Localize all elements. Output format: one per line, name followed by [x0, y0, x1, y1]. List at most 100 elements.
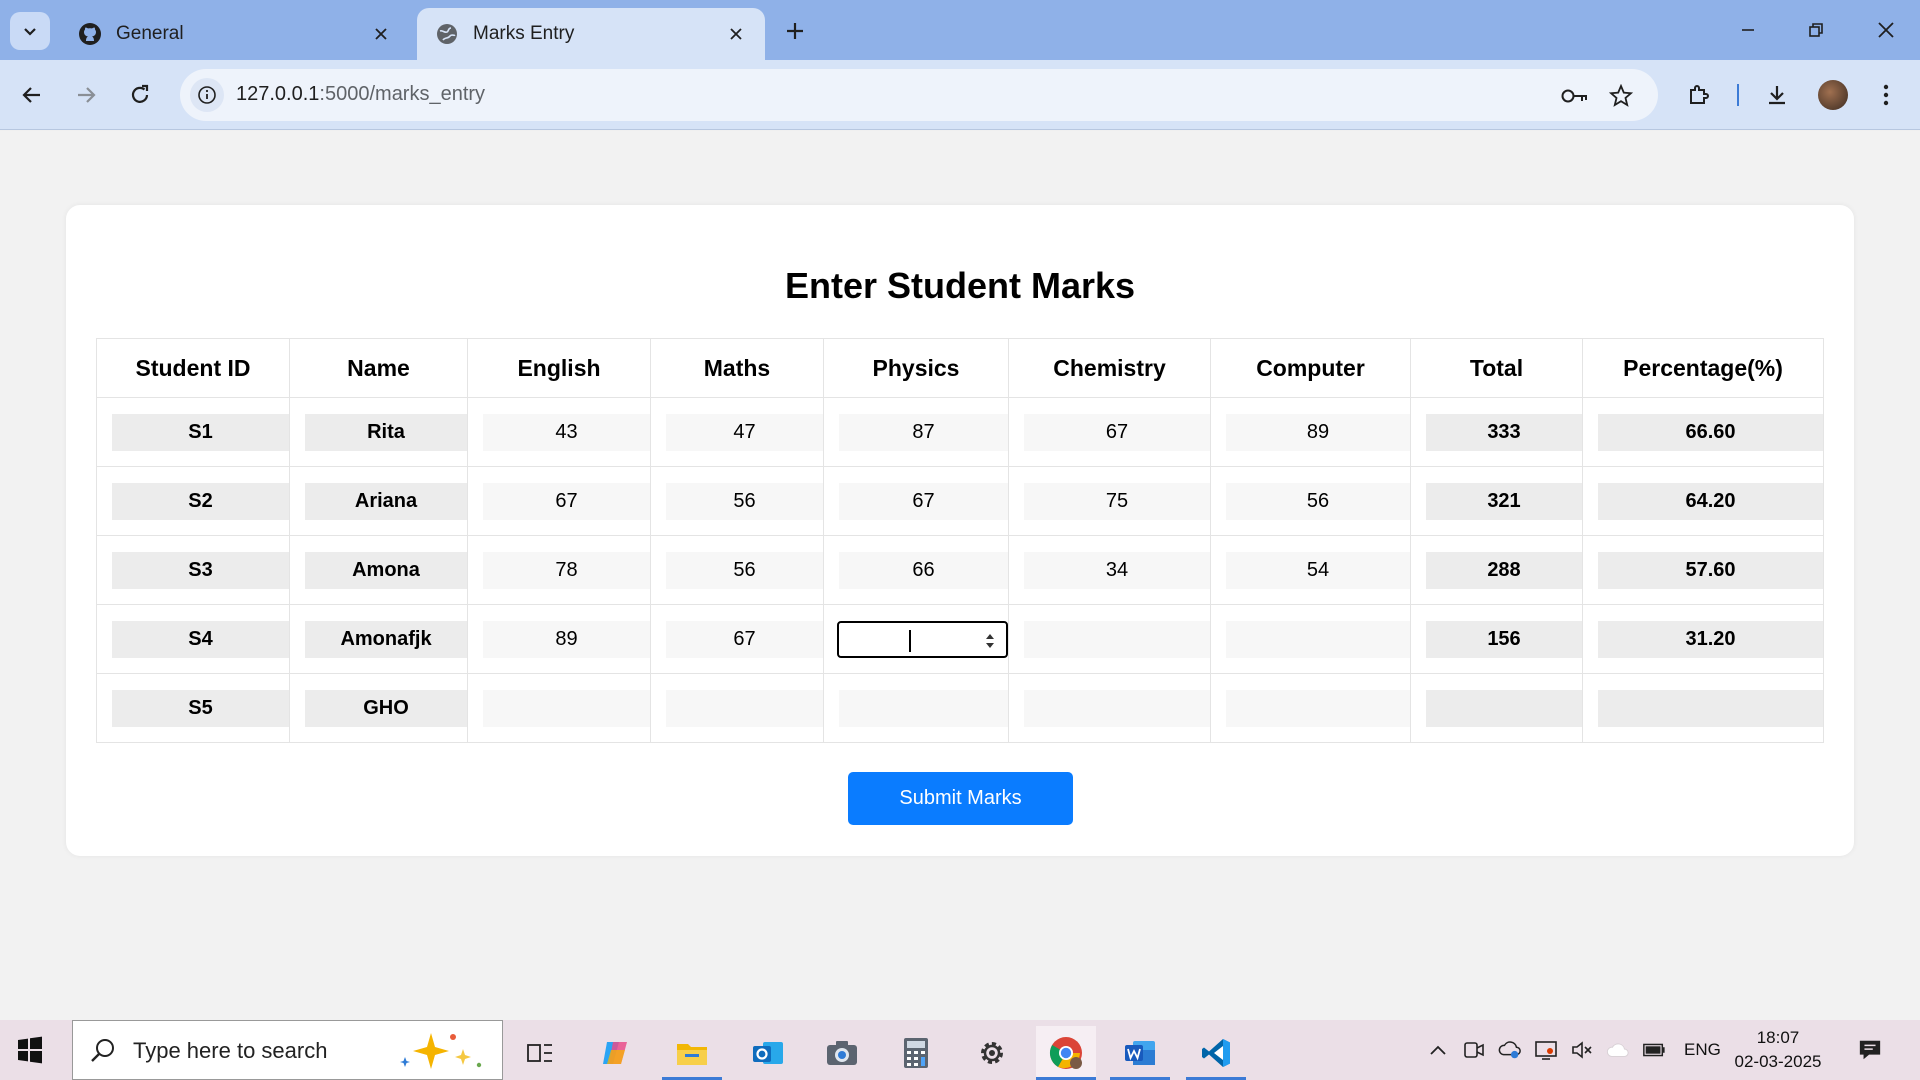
chemistry-mark-input[interactable]: 34: [1024, 551, 1210, 589]
english-mark-input[interactable]: 89: [483, 620, 650, 658]
student-name-field: Ariana: [305, 482, 467, 520]
taskbar: Type here to search ENG 18:07 02-03-2025: [0, 1020, 1920, 1080]
chemistry-mark-input[interactable]: [1024, 689, 1210, 727]
computer-mark-input[interactable]: 89: [1226, 413, 1410, 451]
restore-button[interactable]: [1796, 14, 1836, 46]
cloud-icon[interactable]: [1606, 1038, 1630, 1062]
chevron-up-icon[interactable]: [1426, 1038, 1450, 1062]
table-row: S5 GHO: [96, 673, 1824, 743]
percentage-field: 57.60: [1598, 551, 1823, 589]
display-icon[interactable]: [1534, 1038, 1558, 1062]
bookmark-star-icon[interactable]: [1606, 81, 1636, 111]
number-spinner-icon[interactable]: [984, 631, 996, 651]
computer-mark-input[interactable]: [1226, 689, 1410, 727]
speaker-muted-icon[interactable]: [1570, 1038, 1594, 1062]
close-window-button[interactable]: [1866, 14, 1906, 46]
tab-marks-entry[interactable]: Marks Entry: [417, 8, 765, 60]
windows-start-button[interactable]: [14, 1034, 46, 1066]
site-info-button[interactable]: [190, 78, 224, 112]
back-button[interactable]: [14, 77, 50, 113]
maths-mark-input[interactable]: 67: [666, 620, 823, 658]
sparkle-icon: [400, 1033, 482, 1069]
meet-now-icon[interactable]: [1462, 1038, 1486, 1062]
close-icon[interactable]: [725, 23, 747, 45]
english-mark-input[interactable]: 43: [483, 413, 650, 451]
student-name-field: Rita: [305, 413, 467, 451]
marks-card: Enter Student Marks Student ID Name Engl…: [66, 205, 1854, 856]
physics-mark-input[interactable]: 66: [839, 551, 1008, 589]
system-clock[interactable]: 18:07 02-03-2025: [1732, 1026, 1824, 1074]
calculator-icon[interactable]: [886, 1026, 946, 1080]
computer-mark-input[interactable]: [1226, 620, 1410, 658]
text-caret: [909, 629, 911, 652]
physics-mark-input-focused[interactable]: [837, 620, 1008, 658]
outlook-icon[interactable]: [738, 1026, 798, 1080]
forward-button[interactable]: [68, 77, 104, 113]
vscode-icon[interactable]: [1186, 1026, 1246, 1080]
new-tab-button[interactable]: [780, 16, 810, 46]
windows-logo-icon: [18, 1036, 42, 1064]
chemistry-mark-input[interactable]: 67: [1024, 413, 1210, 451]
settings-icon[interactable]: [962, 1026, 1022, 1080]
battery-icon[interactable]: [1642, 1038, 1666, 1062]
physics-mark-input[interactable]: [839, 689, 1008, 727]
column-header: Maths: [650, 338, 824, 398]
tab-general[interactable]: General: [60, 8, 410, 60]
word-icon[interactable]: [1110, 1026, 1170, 1080]
kebab-menu-icon: [1883, 84, 1889, 106]
physics-mark-input[interactable]: 67: [839, 482, 1008, 520]
arrow-right-icon: [78, 87, 96, 103]
input-language[interactable]: ENG: [1684, 1040, 1721, 1060]
arrow-left-icon: [22, 87, 40, 103]
clock-time: 18:07: [1756, 1028, 1800, 1047]
column-header: Percentage(%): [1582, 338, 1824, 398]
close-icon[interactable]: [370, 23, 392, 45]
copilot-icon[interactable]: [586, 1026, 646, 1080]
chemistry-mark-input[interactable]: [1024, 620, 1210, 658]
submit-marks-button[interactable]: Submit Marks: [848, 772, 1073, 825]
english-mark-input[interactable]: 67: [483, 482, 650, 520]
english-mark-input[interactable]: 78: [483, 551, 650, 589]
camera-icon[interactable]: [812, 1026, 872, 1080]
percentage-field: 31.20: [1598, 620, 1823, 658]
extensions-button[interactable]: [1681, 77, 1717, 113]
percentage-field: [1598, 689, 1823, 727]
tab-search-button[interactable]: [10, 12, 50, 50]
computer-mark-input[interactable]: 56: [1226, 482, 1410, 520]
downloads-button[interactable]: [1759, 77, 1795, 113]
student-id-field: S2: [112, 482, 289, 520]
reload-button[interactable]: [122, 77, 158, 113]
student-id-field: S4: [112, 620, 289, 658]
maths-mark-input[interactable]: 56: [666, 551, 823, 589]
table-row: S2 Ariana 67 56 67 75 56 321 64.20: [96, 466, 1824, 536]
maths-mark-input[interactable]: 47: [666, 413, 823, 451]
onedrive-sync-icon[interactable]: [1498, 1038, 1522, 1062]
english-mark-input[interactable]: [483, 689, 650, 727]
chrome-icon[interactable]: [1036, 1026, 1096, 1080]
url-host: 127.0.0.1: [236, 83, 320, 105]
taskbar-search-box[interactable]: Type here to search: [72, 1020, 503, 1080]
minimize-button[interactable]: [1728, 14, 1768, 46]
physics-mark-input[interactable]: 87: [839, 413, 1008, 451]
maths-mark-input[interactable]: 56: [666, 482, 823, 520]
clock-date: 02-03-2025: [1734, 1052, 1822, 1071]
download-icon: [1769, 86, 1785, 105]
maths-mark-input[interactable]: [666, 689, 823, 727]
chevron-down-icon: [24, 28, 36, 36]
reload-icon: [131, 84, 149, 103]
tab-title: Marks Entry: [473, 23, 575, 44]
computer-mark-input[interactable]: 54: [1226, 551, 1410, 589]
notifications-icon[interactable]: [1858, 1038, 1882, 1062]
task-view-icon[interactable]: [510, 1026, 570, 1080]
password-key-icon[interactable]: [1560, 81, 1590, 111]
marks-table: Student ID Name English Maths Physics Ch…: [96, 338, 1824, 743]
browser-menu-button[interactable]: [1868, 77, 1904, 113]
page-viewport: Enter Student Marks Student ID Name Engl…: [0, 131, 1920, 1020]
file-explorer-icon[interactable]: [662, 1026, 722, 1080]
url-text: 127.0.0.1:5000/marks_entry: [236, 83, 485, 106]
total-field: 333: [1426, 413, 1582, 451]
chemistry-mark-input[interactable]: 75: [1024, 482, 1210, 520]
student-name-field: Amona: [305, 551, 467, 589]
profile-avatar[interactable]: [1818, 80, 1848, 110]
address-bar[interactable]: 127.0.0.1:5000/marks_entry: [180, 69, 1658, 121]
